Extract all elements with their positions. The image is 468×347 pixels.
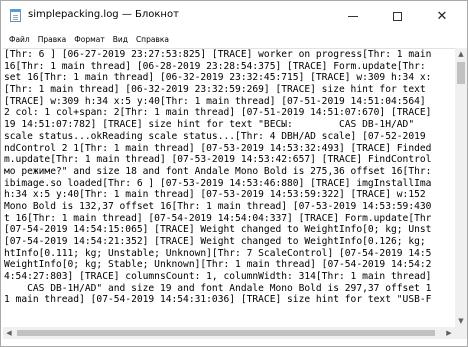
horizontal-scrollbar[interactable]: ◀ ▶ [3, 327, 455, 339]
scroll-down-icon[interactable]: ▼ [455, 315, 467, 327]
notepad-icon [10, 9, 21, 22]
log-line: t 16[Thr: 1 main thread] [07-54-2019 14:… [4, 212, 432, 224]
window-bottom-edge [1, 339, 467, 346]
log-line: CAS DB-1H/AD" and size 19 and font Andal… [4, 282, 432, 294]
menu-bar: Файл Правка Формат Вид Справка [1, 31, 467, 48]
maximize-icon [392, 11, 402, 21]
log-line: scale status...okReading scale status...… [4, 130, 426, 142]
menu-edit[interactable]: Правка [34, 31, 71, 48]
log-line: [Thr: 6 ] [06-27-2019 23:27:53:825] [TRA… [4, 49, 432, 60]
log-line: 19 14:51:07:782] [TRACE] size hint for t… [4, 119, 415, 131]
log-line: htInfo[0.111; kg; Unstable; Unknown][Thr… [4, 247, 432, 259]
log-line: h:34 x:5 y:40[Thr: 1 main thread] [07-53… [4, 189, 426, 201]
log-line: WeightInfo[0; kg; Stable; Unknown][Thr: … [4, 259, 432, 271]
minimize-icon [348, 15, 358, 17]
horizontal-scroll-thumb[interactable] [17, 330, 435, 336]
scroll-left-icon[interactable]: ◀ [3, 327, 15, 339]
maximize-button[interactable] [376, 1, 418, 31]
notepad-window: simplepacking.log — Блокнот ✕ Файл Правк… [0, 0, 468, 347]
log-line: [Thr: 1 main thread] [06-32-2019 23:32:5… [4, 84, 426, 96]
menu-help[interactable]: Справка [132, 31, 173, 48]
log-line: 16[Thr: 1 main thread] [06-28-2019 23:28… [4, 60, 426, 72]
minimize-button[interactable] [332, 1, 374, 31]
menu-format[interactable]: Формат [70, 31, 108, 48]
log-line: [07-54-2019 14:54:15:065] [TRACE] Weight… [4, 224, 432, 236]
log-line: [07-54-2019 14:54:21:352] [TRACE] Weight… [4, 236, 426, 247]
scroll-right-icon[interactable]: ▶ [443, 327, 455, 339]
log-line: ndControl 2 1[Thr: 1 main thread] [07-53… [4, 142, 432, 154]
log-line: мо режиме?" and size 18 and font Andale … [4, 165, 432, 177]
window-title: simplepacking.log — Блокнот [28, 9, 179, 20]
vertical-scroll-thumb[interactable] [457, 62, 465, 84]
log-line: ibimage.so loaded[Thr: 6 ] [07-53-2019 1… [4, 177, 432, 189]
log-line: 4:54:27:803] [TRACE] columnsCount: 1, co… [4, 271, 432, 283]
menu-view[interactable]: Вид [109, 31, 132, 48]
close-button[interactable]: ✕ [421, 1, 463, 31]
log-line: m.update[Thr: 1 main thread] [07-53-2019… [4, 154, 432, 166]
log-line: 2 col: 1 col+span: 2[Thr: 1 main thread]… [4, 107, 432, 119]
close-icon: ✕ [436, 8, 448, 24]
title-bar[interactable]: simplepacking.log — Блокнот ✕ [1, 1, 467, 31]
vertical-scrollbar[interactable]: ▲ ▼ [455, 48, 467, 327]
scrollbar-corner [455, 327, 467, 339]
menu-file[interactable]: Файл [5, 31, 34, 48]
log-line: set 16[Thr: 1 main thread] [06-32-2019 2… [4, 72, 432, 84]
log-line: 1 main thread] [07-54-2019 14:54:31:036]… [4, 294, 432, 306]
log-line: [TRACE] w:309 h:34 x:5 y:40[Thr: 1 main … [4, 95, 426, 107]
log-line: Mono Bold is 132,37 offset 16[Thr: 1 mai… [4, 200, 432, 212]
text-editor-area[interactable]: [Thr: 6 ] [06-27-2019 23:27:53:825] [TRA… [3, 48, 455, 327]
scroll-up-icon[interactable]: ▲ [455, 48, 467, 60]
